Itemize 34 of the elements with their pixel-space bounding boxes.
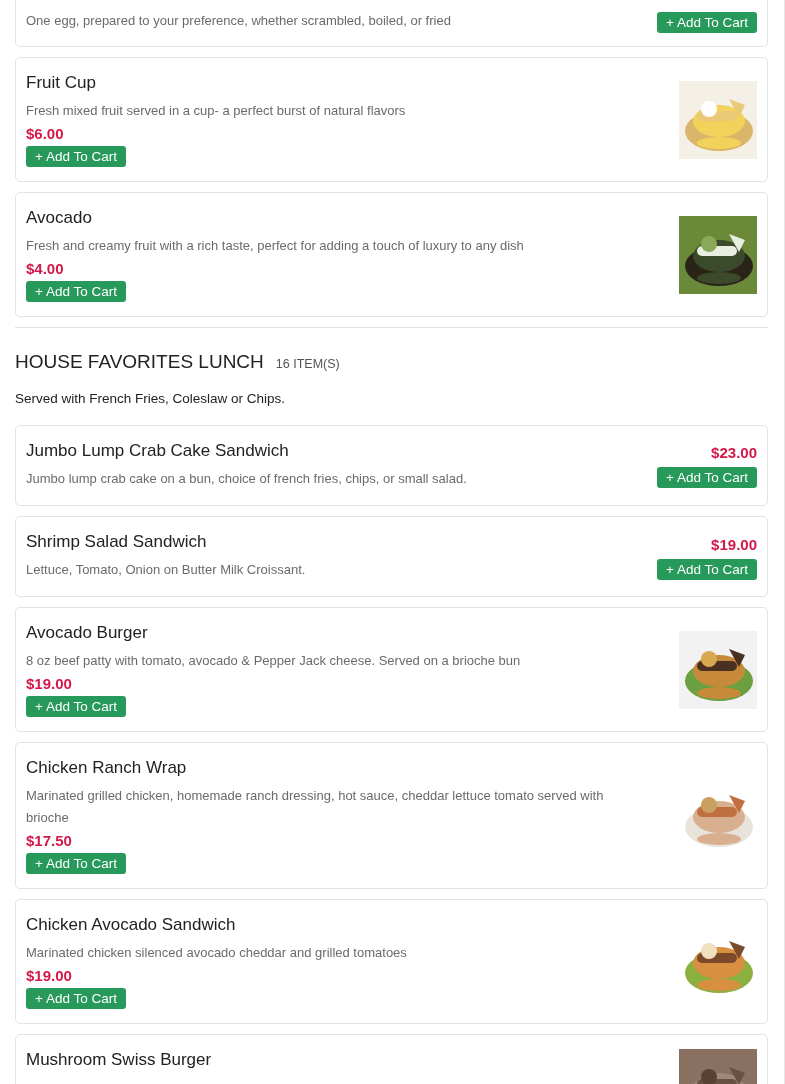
item-price: $17.50	[26, 831, 73, 852]
item-name: Shrimp Salad Sandwich	[26, 531, 208, 554]
item-price: $19.00	[26, 674, 73, 695]
item-name: Avocado	[26, 207, 93, 230]
item-name: Mushroom Swiss Burger	[26, 1049, 213, 1072]
item-name: Chicken Avocado Sandwich	[26, 914, 237, 937]
add-to-cart-button[interactable]: + Add To Cart	[657, 467, 757, 489]
item-price: $23.00	[711, 443, 757, 464]
add-to-cart-button[interactable]: + Add To Cart	[26, 696, 126, 718]
item-price: $19.00	[26, 966, 73, 987]
add-to-cart-button[interactable]: + Add To Cart	[26, 988, 126, 1010]
add-to-cart-button[interactable]: + Add To Cart	[657, 11, 757, 33]
item-name: Jumbo Lump Crab Cake Sandwich	[26, 439, 290, 462]
add-to-cart-button[interactable]: + Add To Cart	[26, 853, 126, 875]
item-description: Jumbo lump crab cake on a bun, choice of french fries, chips, or small salad.	[26, 470, 468, 489]
item-count: 16 ITEM(S)	[275, 356, 340, 374]
item-name: Avocado Burger	[26, 622, 149, 645]
item-price: $6.00	[26, 124, 65, 145]
item-price: $19.00	[711, 534, 757, 555]
item-name: Fruit Cup	[26, 72, 97, 94]
item-description: Marinated grilled chicken, homemade ranch dressing, hot sauce, cheddar lettuce tomato served with brioche	[26, 787, 605, 828]
section-note: Served with French Fries, Coleslaw or Chips.	[15, 389, 287, 408]
section-title: HOUSE FAVORITES LUNCH	[15, 350, 264, 375]
item-description: Marinated chicken silenced avocado cheddar and grilled tomatoes	[26, 944, 408, 963]
item-name: Chicken Ranch Wrap	[26, 757, 188, 780]
item-description: Fresh and creamy fruit with a rich taste, perfect for adding a touch of luxury to any dish	[26, 237, 525, 256]
add-to-cart-button[interactable]: + Add To Cart	[657, 558, 757, 580]
item-description: One egg, prepared to your preference, whether scrambled, boiled, or fried	[26, 12, 452, 30]
add-to-cart-button[interactable]: + Add To Cart	[26, 281, 126, 303]
item-description: Lettuce, Tomato, Onion on Butter Milk Croissant.	[26, 561, 307, 580]
item-description: Fresh mixed fruit served in a cup- a perfect burst of natural flavors	[26, 102, 407, 121]
item-price: $4.00	[26, 259, 65, 280]
add-to-cart-button[interactable]: + Add To Cart	[26, 146, 126, 168]
item-description: 8 oz beef patty with tomato, avocado & Pepper Jack cheese. Served on a brioche bun	[26, 652, 522, 671]
